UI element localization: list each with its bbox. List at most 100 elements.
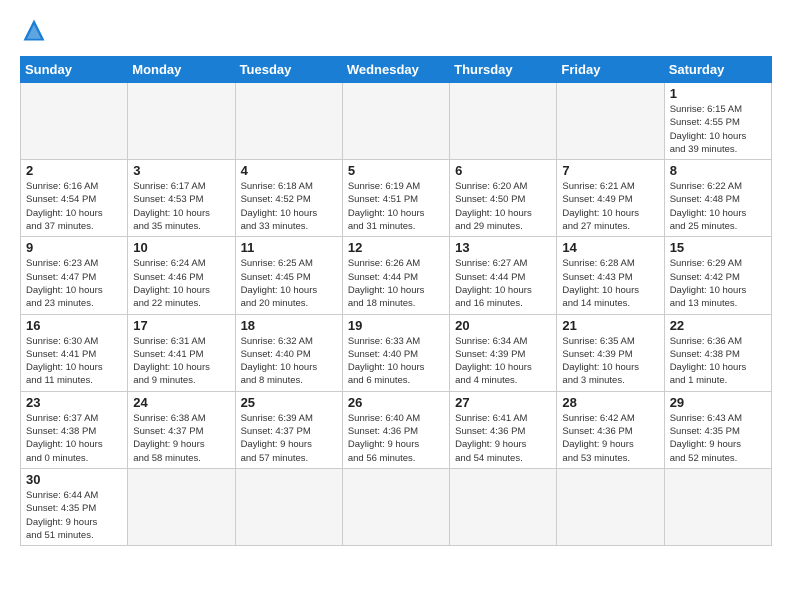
- day-number: 6: [455, 163, 551, 178]
- day-cell: 3 Sunrise: 6:17 AM Sunset: 4:53 PM Daylig…: [128, 160, 235, 237]
- day-cell: 19Sunrise: 6:33 AM Sunset: 4:40 PM Dayli…: [342, 314, 449, 391]
- day-cell: [450, 83, 557, 160]
- day-info: Sunrise: 6:31 AM Sunset: 4:41 PM Dayligh…: [133, 335, 229, 388]
- day-info: Sunrise: 6:27 AM Sunset: 4:44 PM Dayligh…: [455, 257, 551, 310]
- day-cell: 10 Sunrise: 6:24 AM Sunset: 4:46 PM Dayli…: [128, 237, 235, 314]
- day-cell: [128, 83, 235, 160]
- day-cell: 29 Sunrise: 6:43 AM Sunset: 4:35 PM Dayli…: [664, 391, 771, 468]
- day-info: Sunrise: 6:35 AM Sunset: 4:39 PM Dayligh…: [562, 335, 658, 388]
- day-cell: 9 Sunrise: 6:23 AM Sunset: 4:47 PM Daylig…: [21, 237, 128, 314]
- week-row-5: 23Sunrise: 6:37 AM Sunset: 4:38 PM Dayli…: [21, 391, 772, 468]
- logo-icon: [20, 16, 48, 44]
- day-info: Sunrise: 6:29 AM Sunset: 4:42 PM Dayligh…: [670, 257, 766, 310]
- day-cell: 15 Sunrise: 6:29 AM Sunset: 4:42 PM Dayli…: [664, 237, 771, 314]
- week-row-6: 30Sunrise: 6:44 AM Sunset: 4:35 PM Dayli…: [21, 468, 772, 545]
- day-info: Sunrise: 6:16 AM Sunset: 4:54 PM Dayligh…: [26, 180, 122, 233]
- day-cell: [128, 468, 235, 545]
- day-number: 8: [670, 163, 766, 178]
- day-cell: [557, 468, 664, 545]
- day-number: 15: [670, 240, 766, 255]
- day-cell: [342, 468, 449, 545]
- day-number: 12: [348, 240, 444, 255]
- day-cell: 1Sunrise: 6:15 AM Sunset: 4:55 PM Daylig…: [664, 83, 771, 160]
- day-info: Sunrise: 6:25 AM Sunset: 4:45 PM Dayligh…: [241, 257, 337, 310]
- header: [20, 16, 772, 44]
- day-number: 29: [670, 395, 766, 410]
- day-cell: 5 Sunrise: 6:19 AM Sunset: 4:51 PM Daylig…: [342, 160, 449, 237]
- day-info: Sunrise: 6:34 AM Sunset: 4:39 PM Dayligh…: [455, 335, 551, 388]
- day-number: 2: [26, 163, 122, 178]
- day-number: 7: [562, 163, 658, 178]
- day-cell: [557, 83, 664, 160]
- day-cell: 23Sunrise: 6:37 AM Sunset: 4:38 PM Dayli…: [21, 391, 128, 468]
- weekday-header-row: SundayMondayTuesdayWednesdayThursdayFrid…: [21, 57, 772, 83]
- day-info: Sunrise: 6:37 AM Sunset: 4:38 PM Dayligh…: [26, 412, 122, 465]
- day-info: Sunrise: 6:24 AM Sunset: 4:46 PM Dayligh…: [133, 257, 229, 310]
- day-info: Sunrise: 6:28 AM Sunset: 4:43 PM Dayligh…: [562, 257, 658, 310]
- day-cell: 4 Sunrise: 6:18 AM Sunset: 4:52 PM Daylig…: [235, 160, 342, 237]
- day-info: Sunrise: 6:42 AM Sunset: 4:36 PM Dayligh…: [562, 412, 658, 465]
- day-number: 20: [455, 318, 551, 333]
- day-cell: 7 Sunrise: 6:21 AM Sunset: 4:49 PM Daylig…: [557, 160, 664, 237]
- day-info: Sunrise: 6:23 AM Sunset: 4:47 PM Dayligh…: [26, 257, 122, 310]
- day-cell: 25Sunrise: 6:39 AM Sunset: 4:37 PM Dayli…: [235, 391, 342, 468]
- day-cell: [450, 468, 557, 545]
- day-number: 10: [133, 240, 229, 255]
- day-info: Sunrise: 6:19 AM Sunset: 4:51 PM Dayligh…: [348, 180, 444, 233]
- calendar-page: SundayMondayTuesdayWednesdayThursdayFrid…: [0, 0, 792, 612]
- weekday-header-tuesday: Tuesday: [235, 57, 342, 83]
- day-cell: 20 Sunrise: 6:34 AM Sunset: 4:39 PM Dayli…: [450, 314, 557, 391]
- day-cell: [235, 83, 342, 160]
- day-cell: 11 Sunrise: 6:25 AM Sunset: 4:45 PM Dayli…: [235, 237, 342, 314]
- week-row-2: 2 Sunrise: 6:16 AM Sunset: 4:54 PM Daylig…: [21, 160, 772, 237]
- day-cell: 6Sunrise: 6:20 AM Sunset: 4:50 PM Daylig…: [450, 160, 557, 237]
- day-info: Sunrise: 6:17 AM Sunset: 4:53 PM Dayligh…: [133, 180, 229, 233]
- day-number: 4: [241, 163, 337, 178]
- day-cell: [342, 83, 449, 160]
- day-number: 25: [241, 395, 337, 410]
- day-info: Sunrise: 6:26 AM Sunset: 4:44 PM Dayligh…: [348, 257, 444, 310]
- weekday-header-friday: Friday: [557, 57, 664, 83]
- day-info: Sunrise: 6:22 AM Sunset: 4:48 PM Dayligh…: [670, 180, 766, 233]
- week-row-3: 9 Sunrise: 6:23 AM Sunset: 4:47 PM Daylig…: [21, 237, 772, 314]
- day-info: Sunrise: 6:18 AM Sunset: 4:52 PM Dayligh…: [241, 180, 337, 233]
- day-number: 3: [133, 163, 229, 178]
- day-cell: 8 Sunrise: 6:22 AM Sunset: 4:48 PM Daylig…: [664, 160, 771, 237]
- weekday-header-monday: Monday: [128, 57, 235, 83]
- day-number: 22: [670, 318, 766, 333]
- day-cell: 16Sunrise: 6:30 AM Sunset: 4:41 PM Dayli…: [21, 314, 128, 391]
- day-cell: 26 Sunrise: 6:40 AM Sunset: 4:36 PM Dayli…: [342, 391, 449, 468]
- day-number: 11: [241, 240, 337, 255]
- calendar-table: SundayMondayTuesdayWednesdayThursdayFrid…: [20, 56, 772, 546]
- day-number: 18: [241, 318, 337, 333]
- day-info: Sunrise: 6:33 AM Sunset: 4:40 PM Dayligh…: [348, 335, 444, 388]
- day-number: 13: [455, 240, 551, 255]
- day-number: 28: [562, 395, 658, 410]
- weekday-header-sunday: Sunday: [21, 57, 128, 83]
- day-cell: 28 Sunrise: 6:42 AM Sunset: 4:36 PM Dayli…: [557, 391, 664, 468]
- weekday-header-thursday: Thursday: [450, 57, 557, 83]
- day-number: 26: [348, 395, 444, 410]
- day-number: 9: [26, 240, 122, 255]
- day-cell: [21, 83, 128, 160]
- day-cell: 21Sunrise: 6:35 AM Sunset: 4:39 PM Dayli…: [557, 314, 664, 391]
- day-number: 30: [26, 472, 122, 487]
- weekday-header-wednesday: Wednesday: [342, 57, 449, 83]
- day-number: 24: [133, 395, 229, 410]
- day-info: Sunrise: 6:41 AM Sunset: 4:36 PM Dayligh…: [455, 412, 551, 465]
- day-info: Sunrise: 6:38 AM Sunset: 4:37 PM Dayligh…: [133, 412, 229, 465]
- day-cell: 17 Sunrise: 6:31 AM Sunset: 4:41 PM Dayli…: [128, 314, 235, 391]
- day-number: 16: [26, 318, 122, 333]
- day-cell: 2 Sunrise: 6:16 AM Sunset: 4:54 PM Daylig…: [21, 160, 128, 237]
- day-number: 5: [348, 163, 444, 178]
- day-info: Sunrise: 6:43 AM Sunset: 4:35 PM Dayligh…: [670, 412, 766, 465]
- day-cell: [664, 468, 771, 545]
- day-number: 14: [562, 240, 658, 255]
- day-cell: [235, 468, 342, 545]
- day-number: 1: [670, 86, 766, 101]
- day-info: Sunrise: 6:36 AM Sunset: 4:38 PM Dayligh…: [670, 335, 766, 388]
- day-info: Sunrise: 6:21 AM Sunset: 4:49 PM Dayligh…: [562, 180, 658, 233]
- day-number: 17: [133, 318, 229, 333]
- day-info: Sunrise: 6:40 AM Sunset: 4:36 PM Dayligh…: [348, 412, 444, 465]
- day-cell: 14 Sunrise: 6:28 AM Sunset: 4:43 PM Dayli…: [557, 237, 664, 314]
